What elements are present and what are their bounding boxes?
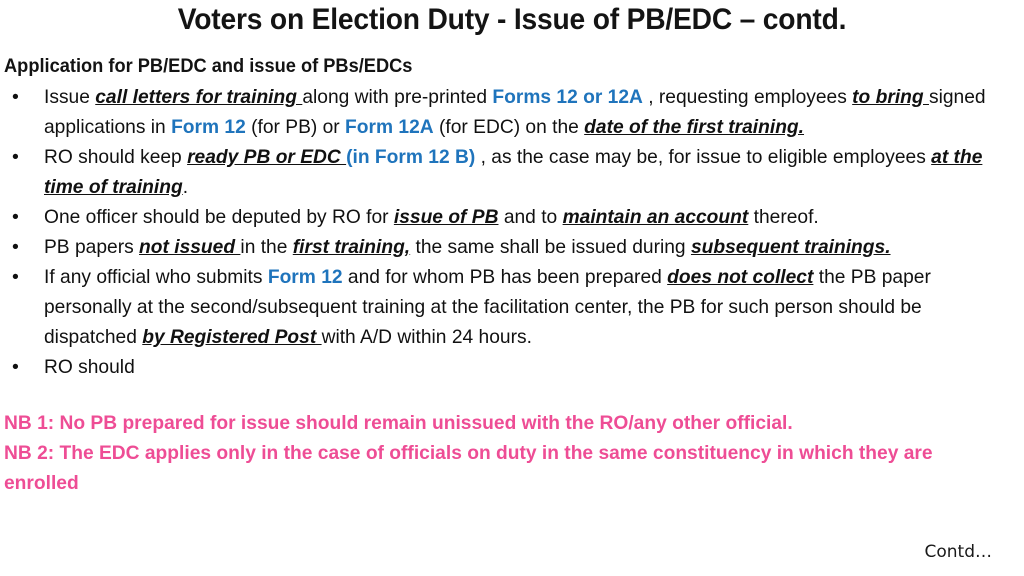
- text-run: RO should keep: [44, 146, 188, 168]
- text-run: first training,: [292, 236, 411, 258]
- bullet-marker-icon: •: [12, 146, 19, 168]
- note-line: NB 1: No PB prepared for issue should re…: [4, 412, 793, 434]
- text-run: RO should: [44, 356, 135, 378]
- text-run: , requesting employees: [642, 86, 853, 108]
- list-item-text: If any official who submits Form 12 and …: [44, 262, 1005, 352]
- text-run: with A/D within 24 hours.: [321, 326, 532, 348]
- text-run: Form 12: [171, 116, 246, 138]
- footer-continued-label: Contd…: [924, 542, 992, 562]
- text-run: Forms 12 or 12A: [492, 86, 643, 108]
- bullet-marker-icon: •: [12, 356, 19, 378]
- bullet-marker-icon: •: [12, 236, 19, 258]
- text-run: ready PB or EDC: [187, 146, 347, 168]
- text-run: If any official who submits: [44, 266, 268, 288]
- text-run: (for EDC) on the: [433, 116, 585, 138]
- text-run: date of the first training.: [584, 116, 805, 138]
- list-item: • If any official who submits Form 12 and…: [4, 262, 1020, 352]
- text-run: call letters for training: [95, 86, 303, 108]
- text-run: to bring: [852, 86, 929, 108]
- bullet-marker-icon: •: [12, 86, 19, 108]
- text-run: maintain an account: [562, 206, 749, 228]
- text-run: not issued: [139, 236, 241, 258]
- text-run: Form 12A: [345, 116, 434, 138]
- text-run: Issue: [44, 86, 96, 108]
- text-run: subsequent trainings.: [690, 236, 891, 258]
- text-run: .: [182, 176, 189, 198]
- text-run: thereof.: [748, 206, 819, 228]
- text-run: PB papers: [44, 236, 140, 258]
- section-subheading: Application for PB/EDC and issue of PBs/…: [4, 56, 413, 77]
- text-run: and for whom PB has been prepared: [342, 266, 668, 288]
- bullet-list: • Issue call letters for training along w…: [4, 82, 1020, 382]
- list-item-text: One officer should be deputed by RO for …: [44, 202, 1005, 232]
- list-item-text: RO should keep ready PB or EDC (in Form …: [44, 142, 1005, 202]
- list-item: • RO should keep ready PB or EDC (in Form…: [4, 142, 1020, 202]
- bullet-marker-icon: •: [12, 266, 19, 288]
- bullet-marker-icon: •: [12, 206, 19, 228]
- text-run: the same shall be issued during: [410, 236, 691, 258]
- note-line: NB 2: The EDC applies only in the case o…: [4, 442, 933, 494]
- text-run: does not collect: [667, 266, 814, 288]
- text-run: in the: [240, 236, 293, 258]
- text-run: issue of PB: [393, 206, 499, 228]
- note-list: NB 1: No PB prepared for issue should re…: [4, 408, 1020, 498]
- list-item-text: RO should: [44, 352, 1005, 382]
- page-title: Voters on Election Duty - Issue of PB/ED…: [177, 3, 847, 36]
- text-run: by Registered Post: [142, 326, 322, 348]
- text-run: and to: [498, 206, 563, 228]
- list-item: • One officer should be deputed by RO for…: [4, 202, 1020, 232]
- list-item-text: Issue call letters for training along wi…: [44, 82, 1005, 142]
- text-run: Form 12: [267, 266, 343, 288]
- slide-body: Application for PB/EDC and issue of PBs/…: [4, 54, 1020, 382]
- text-run: (in Form 12 B): [346, 146, 476, 168]
- list-item-text: PB papers not issued in the first traini…: [44, 232, 1005, 262]
- list-item: • Issue call letters for training along w…: [4, 82, 1020, 142]
- text-run: (for PB) or: [245, 116, 346, 138]
- text-run: along with pre-printed: [302, 86, 493, 108]
- text-run: , as the case may be, for issue to eligi…: [475, 146, 932, 168]
- list-item: • PB papers not issued in the first trai…: [4, 232, 1020, 262]
- text-run: One officer should be deputed by RO for: [44, 206, 394, 228]
- list-item: • RO should: [4, 352, 1020, 382]
- slide-canvas: Voters on Election Duty - Issue of PB/ED…: [0, 0, 1024, 576]
